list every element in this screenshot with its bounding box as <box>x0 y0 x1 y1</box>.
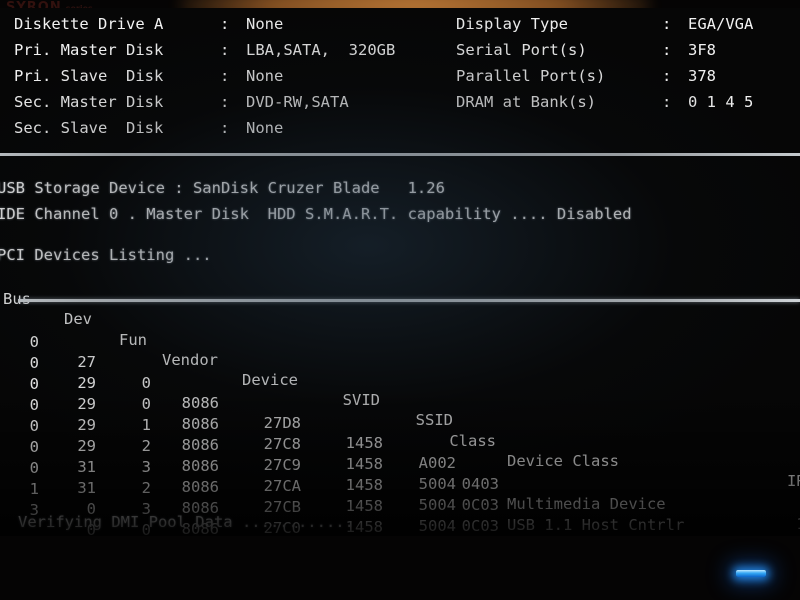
summary-value: None <box>246 15 284 33</box>
summary-row-pri-master-disk: Pri. Master Disk: LBA,SATA, 320GB <box>14 40 395 60</box>
summary-label: Pri. Slave Disk <box>14 67 164 85</box>
usb-storage-device-line: USB Storage Device : SanDisk Cruzer Blad… <box>0 179 445 197</box>
summary-label: Display Type <box>456 15 568 33</box>
summary-value: 3F8 <box>688 41 716 59</box>
summary-row-dram-banks: DRAM at Bank(s):0 1 4 5 <box>456 92 753 112</box>
smart-capability-line: IDE Channel 0 . Master Disk HDD S.M.A.R.… <box>0 205 632 223</box>
summary-label: DRAM at Bank(s) <box>456 93 596 111</box>
summary-value: EGA/VGA <box>688 15 754 33</box>
summary-row-pri-slave-disk: Pri. Slave Disk: None <box>14 66 283 86</box>
summary-label: Sec. Master Disk <box>14 93 164 111</box>
summary-row-diskette-a: Diskette Drive A: None <box>14 14 283 34</box>
summary-value: None <box>246 67 284 85</box>
summary-separator: : <box>662 41 672 59</box>
summary-value: 0 1 4 5 <box>688 93 754 111</box>
pci-listing-title: PCI Devices Listing ... <box>0 246 212 264</box>
summary-separator: : <box>662 93 672 111</box>
summary-value: 378 <box>688 67 716 85</box>
summary-value: None <box>246 119 284 137</box>
summary-row-parallel-ports: Parallel Port(s):378 <box>456 66 716 86</box>
summary-separator: : <box>220 93 230 111</box>
summary-separator: : <box>220 67 230 85</box>
summary-row-display-type: Display Type: EGA/VGA <box>456 14 753 34</box>
summary-separator: : <box>662 15 672 33</box>
power-led-indicator <box>736 570 766 577</box>
summary-separator: : <box>220 119 230 137</box>
summary-separator: : <box>220 41 230 59</box>
summary-label: Pri. Master Disk <box>14 41 164 59</box>
bios-post-screen: Diskette Drive A: None Pri. Master Disk: L… <box>0 8 800 536</box>
verifying-dmi-pool-data-line: Verifying DMI Pool Data ............ <box>18 513 354 531</box>
summary-label: Parallel Port(s) <box>456 67 606 85</box>
summary-label: Sec. Slave Disk <box>14 119 164 137</box>
summary-row-sec-slave-disk: Sec. Slave Disk: None <box>14 118 283 138</box>
pci-table-divider <box>18 299 800 302</box>
summary-row-serial-ports: Serial Port(s):3F8 <box>456 40 716 60</box>
monitor-photo: SYRONseries Diskette Drive A:None Pri. M… <box>0 0 800 600</box>
summary-label: Diskette Drive A <box>14 15 164 33</box>
summary-row-sec-master-disk: Sec. Master Disk: DVD-RW,SATA <box>14 92 349 112</box>
summary-label: Serial Port(s) <box>456 41 587 59</box>
summary-value: LBA,SATA, 320GB <box>246 41 396 59</box>
summary-separator: : <box>220 15 230 33</box>
summary-separator: : <box>662 67 672 85</box>
summary-value: DVD-RW,SATA <box>246 93 349 111</box>
